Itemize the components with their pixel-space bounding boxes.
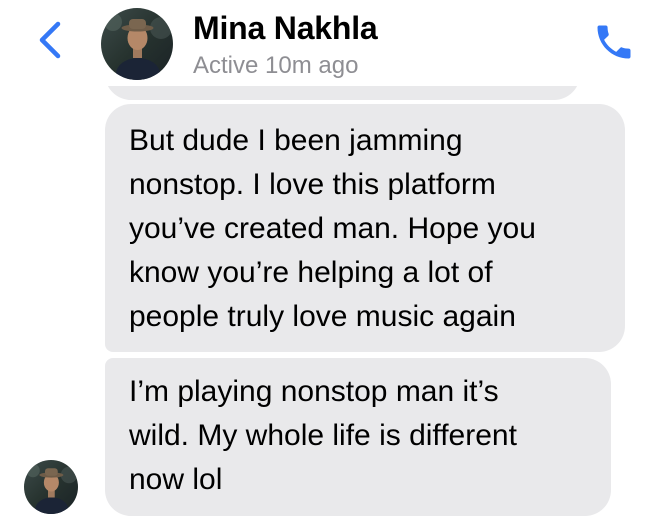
message-bubble[interactable]: I’m playing nonstop man it’s wild. My wh…	[105, 358, 611, 516]
chat-header: Mina Nakhla Active 10m ago	[0, 0, 654, 86]
back-button[interactable]	[30, 20, 70, 64]
message-text-line: But dude I been jamming	[129, 124, 463, 157]
message-text-line: nonstop. I love this platform	[129, 168, 496, 201]
call-button[interactable]	[588, 18, 640, 70]
message-text-line: know you’re helping a lot of	[129, 256, 493, 289]
message-text-line: you’ve created man. Hope you	[129, 212, 536, 245]
message-text-line: people truly love music again	[129, 300, 516, 333]
message-text-line: now lol	[129, 463, 223, 496]
sender-avatar[interactable]	[24, 460, 78, 514]
message-text-line: I’m playing nonstop man it’s	[129, 375, 499, 408]
chat-screen: Mina Nakhla Active 10m ago But dude I be…	[0, 0, 654, 517]
message-text-line: wild. My whole life is different	[129, 419, 517, 452]
phone-icon	[592, 20, 636, 69]
message-bubble[interactable]: But dude I been jamming nonstop. I love …	[105, 104, 625, 352]
active-status: Active 10m ago	[193, 52, 359, 79]
contact-avatar[interactable]	[101, 8, 173, 80]
chevron-left-icon	[37, 20, 63, 65]
contact-name[interactable]: Mina Nakhla	[193, 10, 378, 47]
